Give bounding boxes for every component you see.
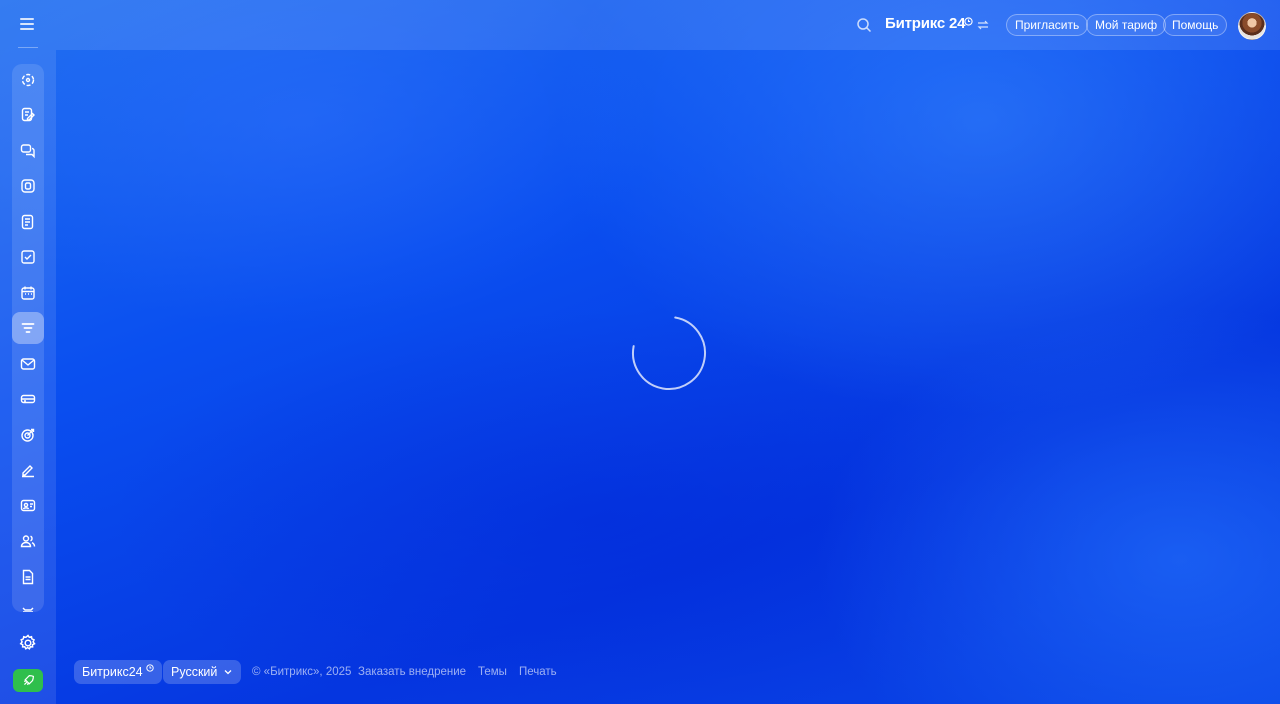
tasks-icon[interactable] — [12, 241, 44, 273]
loading-spinner — [632, 316, 706, 390]
settings-gear-icon[interactable] — [18, 633, 38, 653]
print-link[interactable]: Печать — [519, 666, 557, 678]
clock-icon — [146, 664, 154, 672]
invite-button[interactable]: Пригласить — [1006, 14, 1089, 36]
copyright-text: © «Битрикс», 2025 — [252, 666, 352, 678]
file-icon[interactable] — [12, 561, 44, 593]
themes-link[interactable]: Темы — [478, 666, 507, 678]
brand-logo[interactable]: Битрикс 24 — [885, 15, 965, 32]
search-icon[interactable] — [856, 17, 872, 33]
documents-icon[interactable] — [12, 206, 44, 238]
contact-center-icon[interactable] — [12, 490, 44, 522]
my-plan-button[interactable]: Мой тариф — [1086, 14, 1167, 36]
sign-icon[interactable] — [12, 454, 44, 486]
activity-icon[interactable] — [12, 64, 44, 96]
swap-icon[interactable] — [977, 19, 989, 31]
chevron-down-icon — [224, 670, 232, 675]
top-header: Битрикс 24 Пригласить Мой тариф Помощь — [56, 0, 1280, 50]
rocket-icon — [23, 675, 34, 686]
order-implementation-link[interactable]: Заказать внедрение — [358, 666, 466, 678]
feed-edit-icon[interactable] — [12, 99, 44, 131]
sidebar-divider — [18, 47, 38, 48]
footer-brand-label: Битрикс24 — [82, 665, 143, 679]
marketing-target-icon[interactable] — [12, 419, 44, 451]
footer-brand-button[interactable]: Битрикс24 — [74, 660, 163, 684]
crm-funnel-icon[interactable] — [12, 312, 44, 344]
menu-icon[interactable] — [20, 18, 34, 30]
language-select[interactable]: Русский — [163, 660, 241, 684]
clock-icon — [964, 17, 973, 26]
chat-icon[interactable] — [12, 135, 44, 167]
bot-icon[interactable] — [12, 596, 44, 612]
rocket-button[interactable] — [13, 669, 43, 692]
video-call-icon[interactable] — [12, 170, 44, 202]
calendar-icon[interactable] — [12, 277, 44, 309]
sidebar-menu — [12, 64, 44, 612]
avatar[interactable] — [1238, 12, 1266, 40]
mail-icon[interactable] — [12, 348, 44, 380]
left-sidebar — [0, 0, 56, 704]
employees-icon[interactable] — [12, 525, 44, 557]
language-label: Русский — [171, 665, 218, 679]
help-button[interactable]: Помощь — [1163, 14, 1228, 36]
inventory-icon[interactable] — [12, 383, 44, 415]
